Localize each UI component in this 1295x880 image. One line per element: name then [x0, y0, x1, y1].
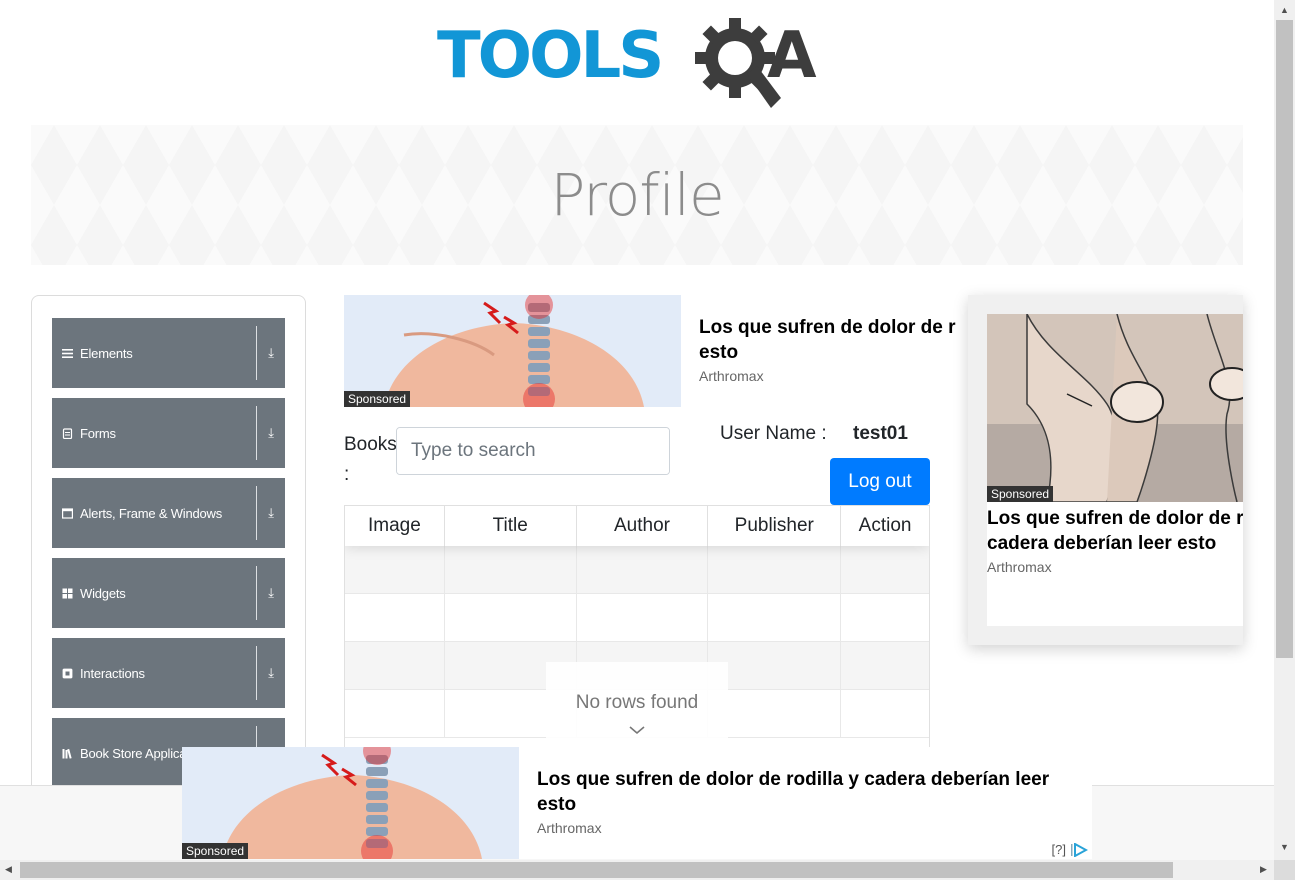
- ad-source: Arthromax: [987, 559, 1052, 575]
- ad-title[interactable]: Los que sufren de dolor de rodilla y cad…: [537, 767, 1087, 817]
- sidebar-group-elements[interactable]: Elements ⤓: [52, 318, 285, 388]
- column-header-image[interactable]: Image: [345, 506, 445, 546]
- username-value: test01: [853, 423, 908, 444]
- sidebar-group-label: Forms: [80, 425, 116, 441]
- horizontal-scrollbar[interactable]: ◀ ▶: [0, 860, 1274, 880]
- username-label: User Name :: [720, 423, 827, 444]
- download-arrow-icon[interactable]: ⤓: [257, 585, 285, 601]
- logo-text: TOOLS: [437, 19, 664, 93]
- scroll-left-icon[interactable]: ◀: [5, 864, 12, 875]
- logout-button[interactable]: Log out: [830, 458, 930, 505]
- download-arrow-icon[interactable]: ⤓: [257, 345, 285, 361]
- grid-icon: [62, 588, 73, 598]
- column-header-title[interactable]: Title: [445, 506, 577, 546]
- ad-source: Arthromax: [699, 368, 764, 384]
- horizontal-scroll-thumb[interactable]: [20, 862, 1173, 878]
- sidebar-group-label: Alerts, Frame & Windows: [80, 505, 223, 521]
- toolsqa-logo[interactable]: TOOLS A: [437, 18, 841, 114]
- sidebar-group-interactions[interactable]: Interactions ⤓: [52, 638, 285, 708]
- search-input[interactable]: [397, 428, 669, 474]
- sidebar-group-forms[interactable]: Forms ⤓: [52, 398, 285, 468]
- books-label: Books :: [344, 434, 397, 485]
- scrollbar-corner: [1274, 860, 1295, 880]
- scroll-up-icon[interactable]: ▲: [1280, 5, 1289, 15]
- ad-title[interactable]: Los que sufren de dolor de roc cadera de…: [987, 506, 1243, 558]
- vertical-scrollbar[interactable]: ▲ ▼: [1274, 0, 1295, 860]
- adchoices-icon[interactable]: [1070, 842, 1088, 857]
- download-arrow-icon[interactable]: ⤓: [257, 665, 285, 681]
- sidebar-group-label: Widgets: [80, 585, 126, 601]
- table-header: Image Title Author Publisher Action: [345, 506, 929, 546]
- ad-info[interactable]: [?]: [1052, 842, 1088, 857]
- table-row: [345, 594, 929, 642]
- knee-illustration: [987, 314, 1243, 502]
- page-title: Profile: [550, 161, 724, 229]
- ad-image[interactable]: Sponsored: [182, 747, 519, 859]
- column-header-publisher[interactable]: Publisher: [708, 506, 842, 546]
- sidebar: Elements ⤓ Forms ⤓ Alerts, Frame & Windo…: [31, 295, 306, 815]
- ad-image[interactable]: Sponsored: [987, 314, 1243, 502]
- square-icon: [62, 668, 73, 678]
- document-icon: [62, 427, 73, 439]
- ad-source: Arthromax: [537, 820, 602, 836]
- download-arrow-icon[interactable]: ⤓: [257, 505, 285, 521]
- ad-right[interactable]: Sponsored Los que sufren de dolor de roc…: [968, 295, 1243, 645]
- no-rows-message: No rows found: [546, 662, 728, 747]
- table-row: [345, 546, 929, 594]
- ad-image[interactable]: Sponsored: [344, 295, 681, 407]
- ad-top[interactable]: Sponsored Los que sufren de dolor de r e…: [344, 295, 994, 407]
- column-header-action[interactable]: Action: [841, 506, 929, 546]
- search-box: [396, 427, 670, 475]
- no-rows-text: No rows found: [575, 692, 699, 713]
- sidebar-group-label: Elements: [80, 345, 133, 361]
- sidebar-group-widgets[interactable]: Widgets ⤓: [52, 558, 285, 628]
- download-arrow-icon[interactable]: ⤓: [257, 425, 285, 441]
- scroll-right-icon[interactable]: ▶: [1260, 864, 1267, 875]
- ad-right-card[interactable]: Sponsored Los que sufren de dolor de roc…: [987, 314, 1243, 626]
- sidebar-group-label: Interactions: [80, 665, 145, 681]
- ad-title[interactable]: Los que sufren de dolor de r esto: [699, 315, 971, 367]
- column-header-author[interactable]: Author: [577, 506, 709, 546]
- window-icon: [62, 507, 73, 519]
- sponsored-badge: Sponsored: [344, 391, 411, 407]
- logo-text-a: A: [767, 19, 817, 93]
- scroll-down-icon[interactable]: ▼: [1280, 842, 1289, 852]
- hamburger-icon: [62, 348, 73, 358]
- sidebar-group-alerts[interactable]: Alerts, Frame & Windows ⤓: [52, 478, 285, 548]
- chevron-down-icon: [629, 726, 645, 735]
- ad-bottom[interactable]: Sponsored Los que sufren de dolor de rod…: [182, 747, 1092, 859]
- books-icon: [62, 748, 72, 759]
- sponsored-badge: Sponsored: [987, 486, 1054, 502]
- sponsored-badge: Sponsored: [182, 843, 249, 859]
- ad-info-text[interactable]: [?]: [1052, 842, 1066, 857]
- page-banner: Profile: [31, 125, 1243, 265]
- vertical-scroll-thumb[interactable]: [1276, 20, 1293, 658]
